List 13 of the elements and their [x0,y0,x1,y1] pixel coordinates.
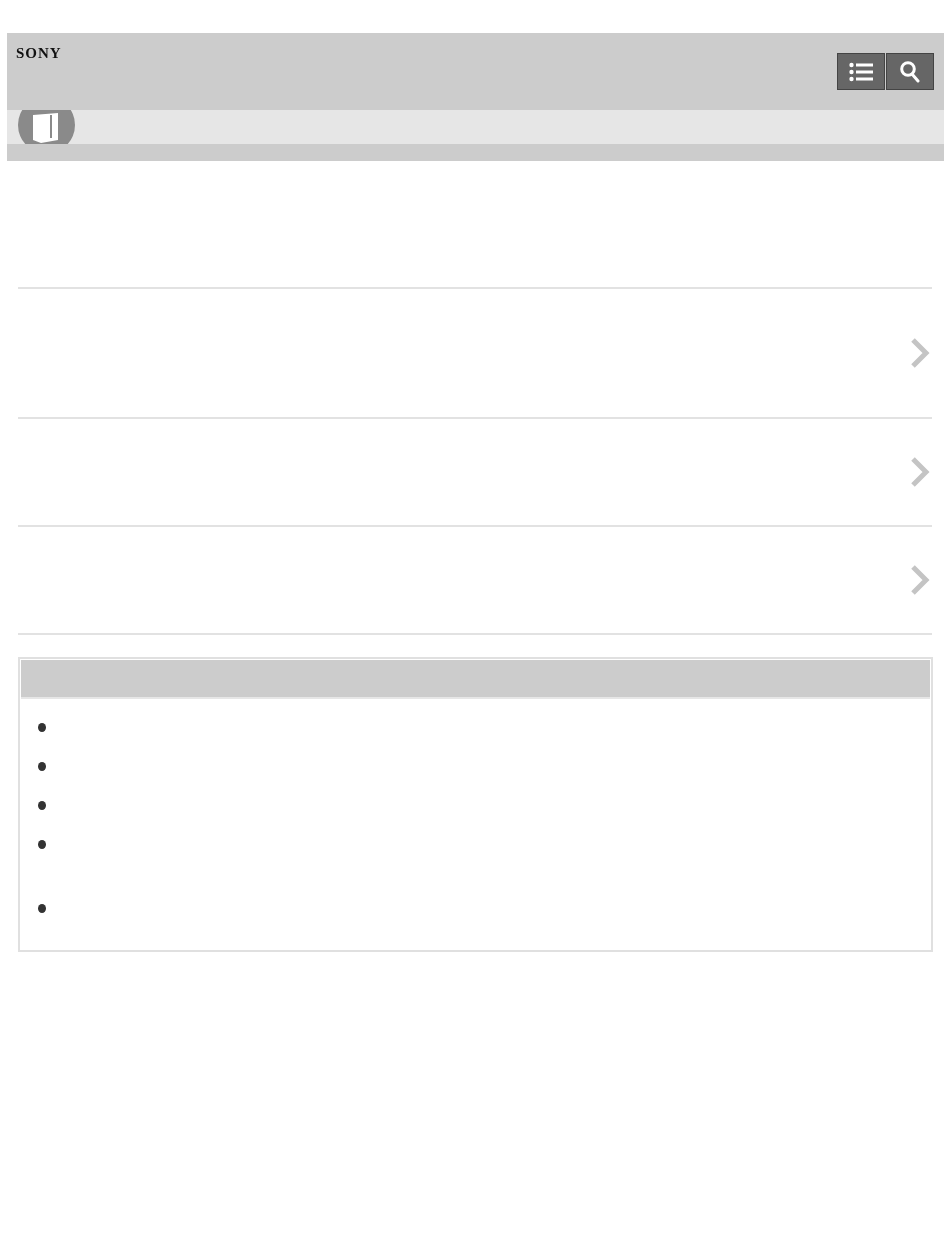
bullet-icon [38,762,46,771]
chevron-right-icon[interactable] [910,337,930,369]
brand-logo: SONY [16,45,62,62]
list-icon [849,61,873,82]
bullet-icon [38,840,46,849]
search-button[interactable] [886,53,934,90]
bullet-icon [38,723,46,732]
chevron-right-icon[interactable] [910,564,930,596]
bullet-icon [38,904,46,913]
contents-button[interactable] [837,53,885,90]
chevron-right-icon[interactable] [910,456,930,488]
search-icon [900,60,920,83]
bullet-icon [38,801,46,810]
